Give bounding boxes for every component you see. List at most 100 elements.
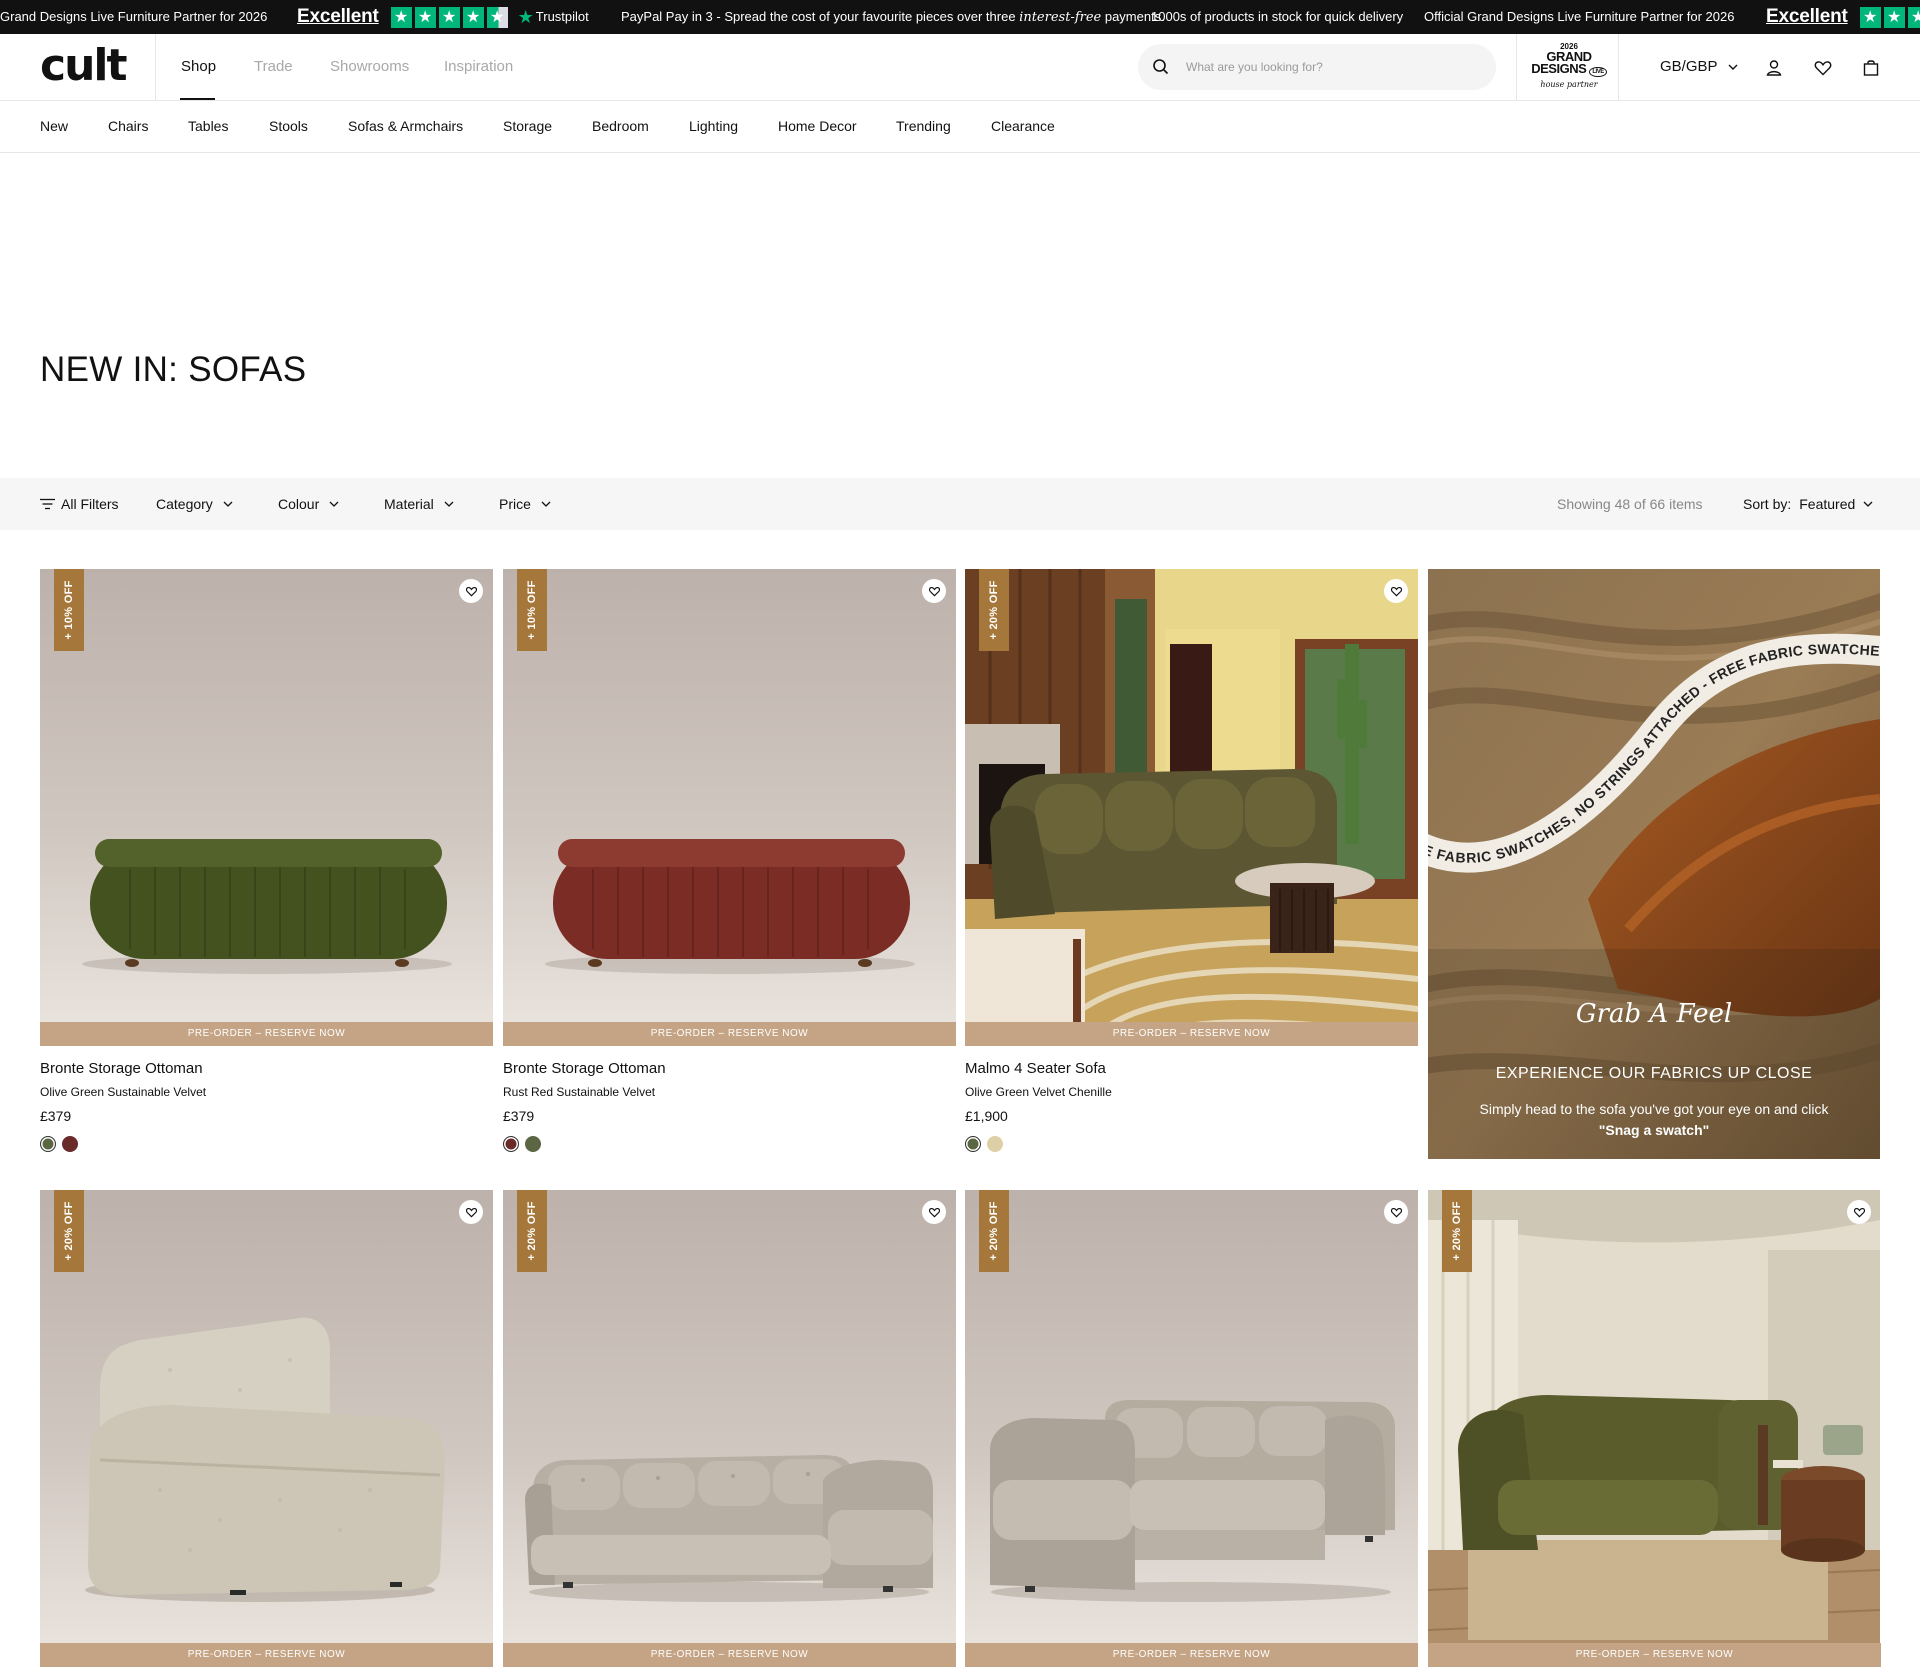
colour-swatches xyxy=(503,1136,541,1152)
category-home-decor[interactable]: Home Decor xyxy=(778,118,857,134)
add-to-wishlist-button[interactable] xyxy=(1384,579,1408,603)
preorder-bar[interactable]: PRE-ORDER – RESERVE NOW xyxy=(965,1643,1418,1667)
product-image[interactable]: + 20% OFF PRE-ORDER – RESERVE NOW xyxy=(965,1190,1418,1667)
chevron-down-icon xyxy=(329,501,339,507)
chevron-down-icon xyxy=(1863,501,1873,507)
star-icon: ★ xyxy=(1907,6,1920,28)
announcement-partner-clipped: Grand Designs Live Furniture Partner for… xyxy=(0,9,268,24)
preorder-bar[interactable]: PRE-ORDER – RESERVE NOW xyxy=(40,1022,493,1046)
filter-icon xyxy=(40,498,55,510)
nav-inspiration[interactable]: Inspiration xyxy=(444,58,513,75)
add-to-wishlist-button[interactable] xyxy=(1847,1200,1871,1224)
sofa-room-image xyxy=(965,569,1418,1046)
corner-sofa-image xyxy=(503,1190,956,1667)
swatch-olive[interactable] xyxy=(40,1136,56,1152)
cult-logo[interactable]: cult xyxy=(40,44,128,88)
category-nav: New Chairs Tables Stools Sofas & Armchai… xyxy=(0,101,1920,153)
corner-sofa-image xyxy=(965,1190,1418,1667)
chevron-down-icon xyxy=(444,501,454,507)
trustpilot-stars: ★ ★ ★ xyxy=(1859,6,1920,28)
filter-price-label: Price xyxy=(499,496,531,512)
heart-icon xyxy=(1853,1207,1865,1218)
category-storage[interactable]: Storage xyxy=(503,118,552,134)
promo-cta: "Snag a swatch" xyxy=(1598,1122,1710,1138)
category-trending[interactable]: Trending xyxy=(896,118,951,134)
trustpilot-rating: Excellent xyxy=(1766,6,1848,27)
discount-badge: + 10% OFF xyxy=(517,569,547,651)
product-name[interactable]: Bronte Storage Ottoman xyxy=(503,1060,666,1077)
discount-badge-text: + 10% OFF xyxy=(63,580,75,640)
heart-icon xyxy=(465,1207,477,1218)
sort-dropdown[interactable]: Sort by: Featured xyxy=(1743,478,1873,530)
swatch-cream[interactable] xyxy=(987,1136,1003,1152)
product-price: £379 xyxy=(40,1108,72,1124)
add-to-wishlist-button[interactable] xyxy=(459,1200,483,1224)
preorder-bar[interactable]: PRE-ORDER – RESERVE NOW xyxy=(965,1022,1418,1046)
divider xyxy=(1618,34,1619,101)
add-to-wishlist-button[interactable] xyxy=(922,1200,946,1224)
nav-shop[interactable]: Shop xyxy=(181,58,216,75)
product-name[interactable]: Malmo 4 Seater Sofa xyxy=(965,1060,1106,1077)
swatch-rust[interactable] xyxy=(503,1136,519,1152)
category-lighting[interactable]: Lighting xyxy=(689,118,738,134)
category-stools[interactable]: Stools xyxy=(269,118,308,134)
all-filters-button[interactable]: All Filters xyxy=(40,478,119,530)
product-image[interactable]: + 20% OFF PRE-ORDER – RESERVE NOW xyxy=(965,569,1418,1046)
trustpilot-widget-repeat[interactable]: Excellent ★ ★ ★ xyxy=(1766,0,1920,34)
fabric-swatch-promo[interactable]: FREE FABRIC SWATCHES, NO STRINGS ATTACHE… xyxy=(1428,569,1880,1159)
colour-swatches xyxy=(965,1136,1003,1152)
swatch-olive[interactable] xyxy=(525,1136,541,1152)
preorder-bar[interactable]: PRE-ORDER – RESERVE NOW xyxy=(503,1643,956,1667)
heart-icon xyxy=(1390,1207,1402,1218)
nav-trade[interactable]: Trade xyxy=(254,58,293,75)
grand-designs-logo[interactable]: 2026 GRAND DESIGNS LIVE house partner xyxy=(1524,42,1614,94)
wishlist-icon[interactable] xyxy=(1813,58,1833,78)
currency-selector[interactable]: GB/GBP xyxy=(1660,58,1738,75)
add-to-wishlist-button[interactable] xyxy=(1384,1200,1408,1224)
category-new[interactable]: New xyxy=(40,118,68,134)
star-icon: ★ xyxy=(1859,6,1881,28)
category-bedroom[interactable]: Bedroom xyxy=(592,118,649,134)
chevron-down-icon xyxy=(541,501,551,507)
swatch-olive[interactable] xyxy=(965,1136,981,1152)
results-count: Showing 48 of 66 items xyxy=(1557,496,1703,512)
trustpilot-logo: ★ Trustpilot xyxy=(518,0,589,34)
product-image[interactable]: + 20% OFF PRE-ORDER – RESERVE NOW xyxy=(1428,1190,1881,1667)
product-image[interactable]: + 10% OFF PRE-ORDER – RESERVE NOW xyxy=(40,569,493,1046)
product-price: £1,900 xyxy=(965,1108,1008,1124)
filter-price[interactable]: Price xyxy=(499,478,551,530)
filter-category[interactable]: Category xyxy=(156,478,233,530)
sort-value: Featured xyxy=(1799,496,1856,512)
category-clearance[interactable]: Clearance xyxy=(991,118,1055,134)
add-to-wishlist-button[interactable] xyxy=(459,579,483,603)
star-icon: ★ xyxy=(414,6,436,28)
product-image[interactable]: + 20% OFF PRE-ORDER – RESERVE NOW xyxy=(40,1190,493,1667)
product-image[interactable]: + 20% OFF PRE-ORDER – RESERVE NOW xyxy=(503,1190,956,1667)
nav-showrooms[interactable]: Showrooms xyxy=(330,58,409,75)
chaise-image xyxy=(40,1190,493,1667)
product-variant: Rust Red Sustainable Velvet xyxy=(503,1085,656,1099)
filter-colour[interactable]: Colour xyxy=(278,478,339,530)
heart-icon xyxy=(928,586,940,597)
filter-material[interactable]: Material xyxy=(384,478,454,530)
sort-label: Sort by: xyxy=(1743,496,1792,512)
account-icon[interactable] xyxy=(1764,58,1784,78)
preorder-bar[interactable]: PRE-ORDER – RESERVE NOW xyxy=(1428,1643,1881,1667)
category-chairs[interactable]: Chairs xyxy=(108,118,148,134)
preorder-bar[interactable]: PRE-ORDER – RESERVE NOW xyxy=(40,1643,493,1667)
product-image[interactable]: + 10% OFF PRE-ORDER – RESERVE NOW xyxy=(503,569,956,1046)
discount-badge: + 20% OFF xyxy=(979,569,1009,651)
add-to-wishlist-button[interactable] xyxy=(922,579,946,603)
category-sofas-armchairs[interactable]: Sofas & Armchairs xyxy=(348,118,463,134)
chevron-down-icon xyxy=(223,501,233,507)
swatch-rust[interactable] xyxy=(62,1136,78,1152)
search-input[interactable] xyxy=(1184,44,1484,90)
preorder-bar[interactable]: PRE-ORDER – RESERVE NOW xyxy=(503,1022,956,1046)
search-box[interactable] xyxy=(1138,44,1496,90)
bag-icon[interactable] xyxy=(1861,58,1881,78)
announcement-bar: Grand Designs Live Furniture Partner for… xyxy=(0,0,1920,34)
product-name[interactable]: Bronte Storage Ottoman xyxy=(40,1060,203,1077)
category-tables[interactable]: Tables xyxy=(188,118,228,134)
product-price: £379 xyxy=(503,1108,535,1124)
trustpilot-widget[interactable]: Excellent ★ ★ ★ ★ ★ ★ Trustpilot xyxy=(297,0,589,34)
